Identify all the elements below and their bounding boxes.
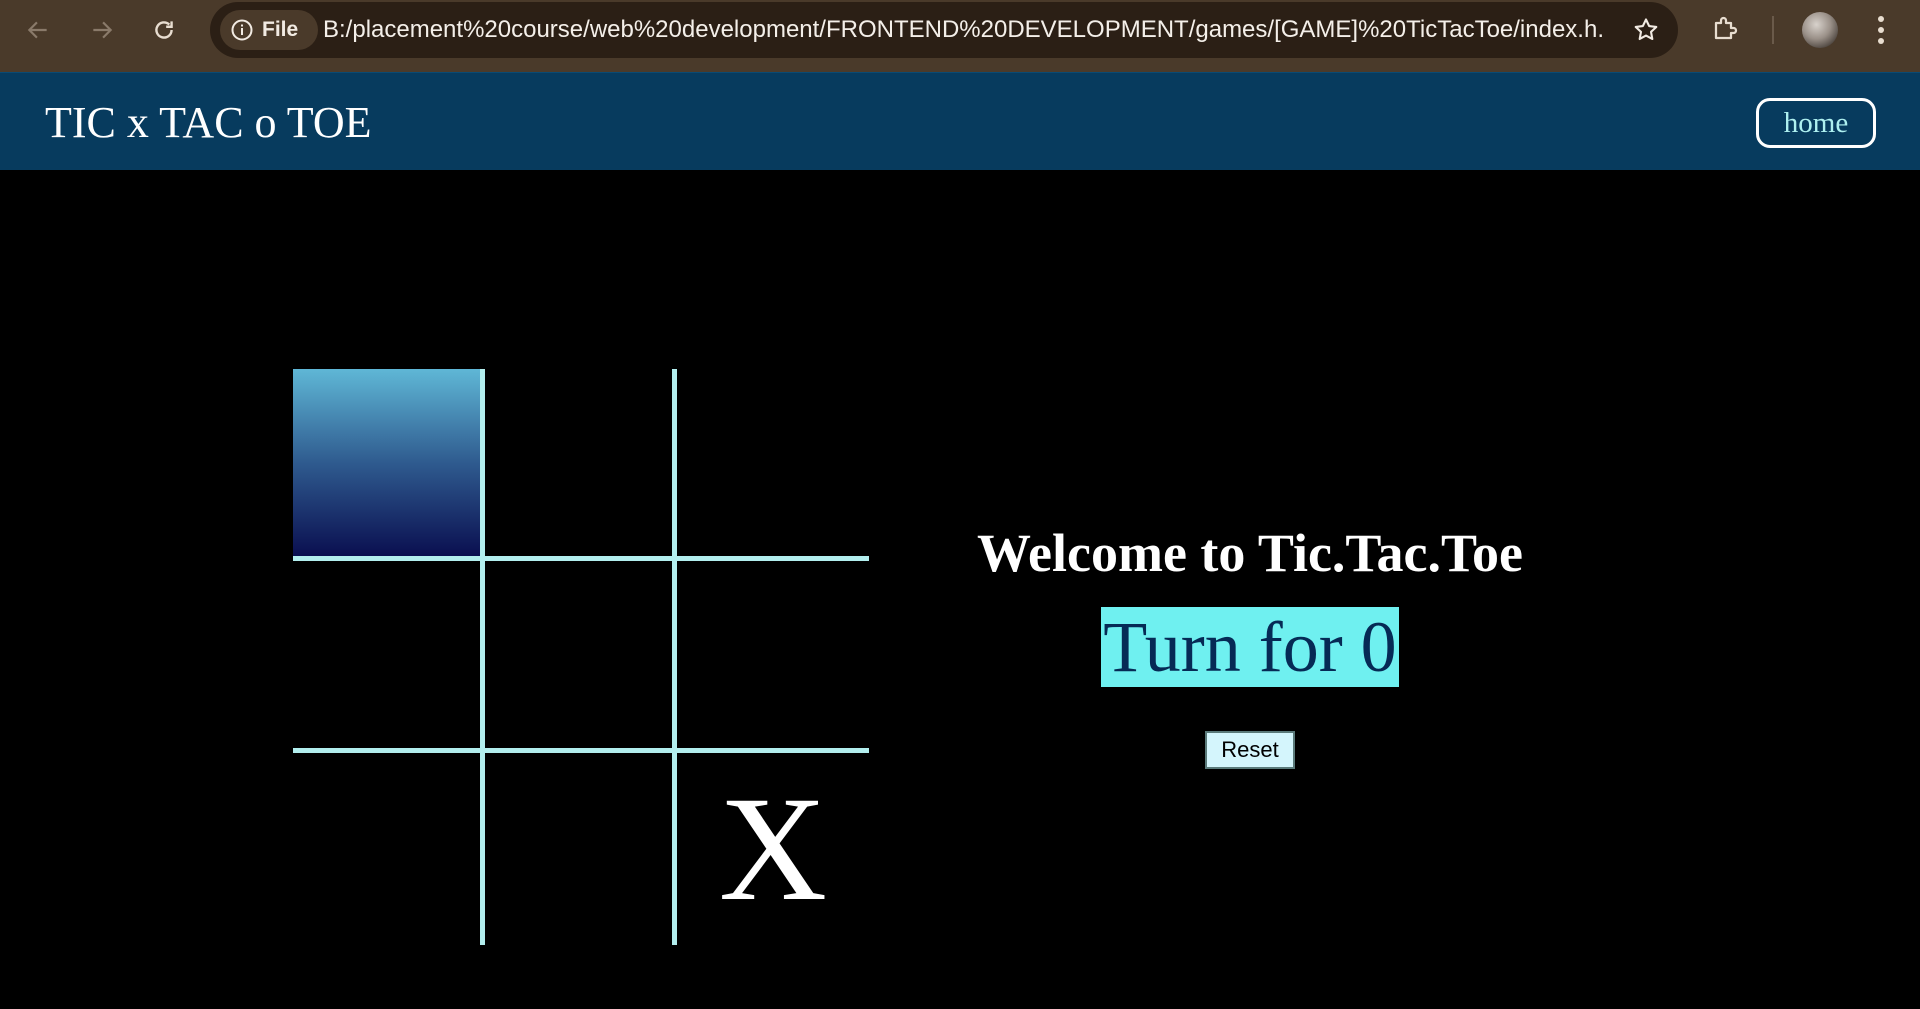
- board-cell-3[interactable]: [677, 369, 869, 561]
- profile-avatar[interactable]: [1802, 12, 1838, 48]
- board-cell-4[interactable]: [293, 561, 485, 753]
- welcome-heading: Welcome to Tic.Tac.Toe: [977, 523, 1523, 583]
- board-cell-1[interactable]: [293, 369, 485, 561]
- game-info-panel: Welcome to Tic.Tac.Toe Turn for 0 Reset: [900, 515, 1600, 769]
- menu-dot: [1878, 38, 1884, 44]
- puzzle-icon: [1714, 16, 1738, 40]
- address-bar[interactable]: File B:/placement%20course/web%20develop…: [210, 2, 1678, 58]
- menu-dot: [1878, 27, 1884, 33]
- turn-indicator: Turn for 0: [1101, 607, 1399, 687]
- board-cell-9[interactable]: X: [677, 753, 869, 945]
- forward-button[interactable]: [82, 12, 122, 48]
- toolbar-divider: [1772, 16, 1774, 44]
- reload-icon: [155, 21, 173, 39]
- home-button[interactable]: home: [1756, 98, 1876, 148]
- info-icon: [231, 19, 253, 41]
- site-info-chip[interactable]: File: [220, 10, 318, 50]
- site-info-label: File: [262, 18, 299, 41]
- bookmark-button[interactable]: [1628, 12, 1664, 48]
- reset-button[interactable]: Reset: [1205, 731, 1295, 769]
- forward-arrow-icon: [93, 21, 113, 39]
- url-text[interactable]: B:/placement%20course/web%20development/…: [323, 16, 1603, 44]
- extensions-button[interactable]: [1708, 10, 1744, 46]
- board-cell-7[interactable]: [293, 753, 485, 945]
- board-cell-2[interactable]: [485, 369, 677, 561]
- back-button[interactable]: [18, 12, 58, 48]
- game-board: X: [293, 369, 869, 945]
- site-navbar: TIC x TAC o TOE home: [0, 72, 1920, 170]
- back-arrow-icon: [27, 21, 47, 39]
- reload-button[interactable]: [144, 12, 184, 48]
- board-cell-5[interactable]: [485, 561, 677, 753]
- board-cell-6[interactable]: [677, 561, 869, 753]
- star-icon: [1634, 18, 1658, 41]
- browser-menu-button[interactable]: [1866, 12, 1896, 48]
- menu-dot: [1878, 16, 1884, 22]
- board-cell-8[interactable]: [485, 753, 677, 945]
- site-brand: TIC x TAC o TOE: [45, 98, 372, 147]
- browser-toolbar: File B:/placement%20course/web%20develop…: [0, 0, 1920, 72]
